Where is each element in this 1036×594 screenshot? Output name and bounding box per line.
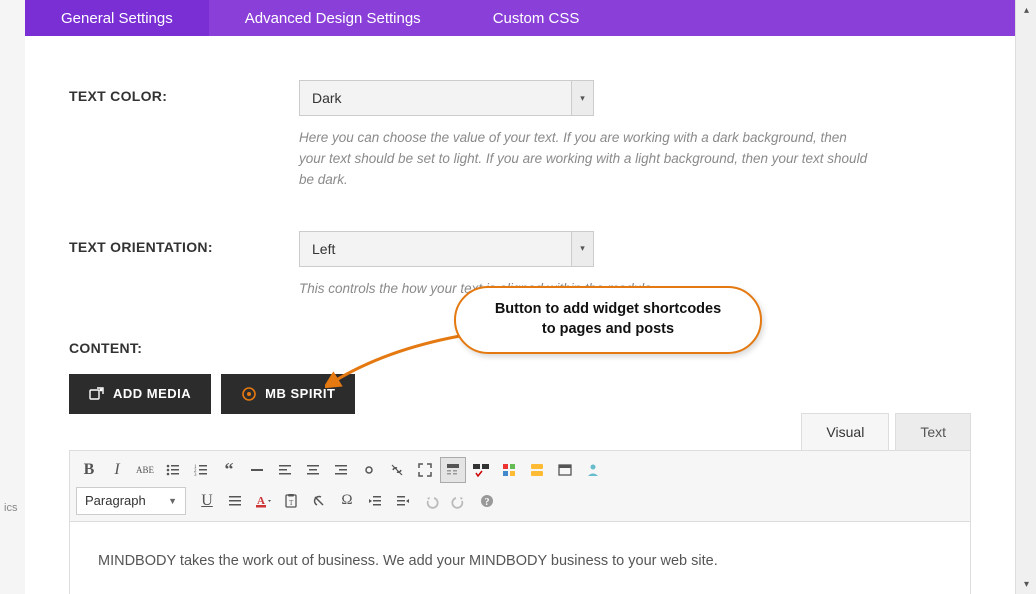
annotation-callout: Button to add widget shortcodes to pages… — [454, 286, 762, 354]
strikethrough-icon[interactable]: ABE — [132, 457, 158, 483]
tab-custom-css[interactable]: Custom CSS — [457, 0, 616, 36]
unlink-icon[interactable] — [384, 457, 410, 483]
paste-text-icon[interactable]: T — [278, 488, 304, 514]
tab-advanced[interactable]: Advanced Design Settings — [209, 0, 457, 36]
clear-format-icon[interactable] — [306, 488, 332, 514]
text-color-label: TEXT COLOR: — [69, 80, 299, 191]
underline-icon[interactable]: U — [194, 488, 220, 514]
tab-general[interactable]: General Settings — [25, 0, 209, 36]
chevron-down-icon[interactable]: ▾ — [571, 81, 593, 115]
link-icon[interactable] — [356, 457, 382, 483]
text-orientation-label: TEXT ORIENTATION: — [69, 231, 299, 300]
align-right-icon[interactable] — [328, 457, 354, 483]
italic-icon[interactable]: I — [104, 457, 130, 483]
editor-toolbar: B I ABE 123 “ — [69, 450, 971, 522]
text-orientation-select[interactable]: Left ▾ — [299, 231, 594, 267]
add-media-button[interactable]: ADD MEDIA — [69, 374, 211, 414]
bullet-list-icon[interactable] — [160, 457, 186, 483]
undo-icon[interactable] — [418, 488, 444, 514]
mb-spirit-button[interactable]: MB SPIRIT — [221, 374, 355, 414]
sliver-text: ics — [4, 502, 17, 514]
shortcode-icon-2[interactable] — [496, 457, 522, 483]
format-select-value: Paragraph — [85, 493, 146, 508]
hr-icon[interactable] — [244, 457, 270, 483]
svg-text:T: T — [289, 499, 294, 507]
editor: Visual Text B I ABE 123 “ — [69, 413, 971, 594]
add-media-label: ADD MEDIA — [113, 386, 191, 401]
editor-body[interactable]: MINDBODY takes the work out of business.… — [69, 522, 971, 594]
blockquote-icon[interactable]: “ — [216, 457, 242, 483]
scroll-down-icon[interactable]: ▾ — [1016, 574, 1036, 594]
text-color-select[interactable]: Dark ▾ — [299, 80, 594, 116]
callout-line2: to pages and posts — [542, 321, 674, 337]
shortcode-icon-1[interactable] — [468, 457, 494, 483]
bold-icon[interactable]: B — [76, 457, 102, 483]
outdent-icon[interactable] — [362, 488, 388, 514]
fullscreen-icon[interactable] — [412, 457, 438, 483]
format-select[interactable]: Paragraph ▼ — [76, 487, 186, 515]
text-color-icon[interactable]: A — [250, 488, 276, 514]
number-list-icon[interactable]: 123 — [188, 457, 214, 483]
editor-paragraph-1: MINDBODY takes the work out of business.… — [98, 550, 942, 572]
text-color-help: Here you can choose the value of your te… — [299, 128, 869, 191]
media-icon — [89, 386, 105, 402]
shortcode-icon-5[interactable] — [580, 457, 606, 483]
chevron-down-icon[interactable]: ▾ — [571, 232, 593, 266]
toolbar-toggle-icon[interactable] — [440, 457, 466, 483]
special-char-icon[interactable]: Ω — [334, 488, 360, 514]
editor-tab-visual[interactable]: Visual — [801, 413, 889, 450]
mb-spirit-icon — [241, 386, 257, 402]
callout-line1: Button to add widget shortcodes — [495, 301, 721, 317]
align-center-icon[interactable] — [300, 457, 326, 483]
help-icon[interactable]: ? — [474, 488, 500, 514]
background-sliver: ics — [0, 0, 25, 594]
svg-text:?: ? — [485, 497, 490, 508]
align-left-icon[interactable] — [272, 457, 298, 483]
redo-icon[interactable] — [446, 488, 472, 514]
indent-icon[interactable] — [390, 488, 416, 514]
shortcode-icon-4[interactable] — [552, 457, 578, 483]
text-color-value: Dark — [300, 90, 571, 106]
settings-tabs: General Settings Advanced Design Setting… — [25, 0, 1015, 36]
svg-text:3: 3 — [194, 473, 197, 478]
text-color-row: TEXT COLOR: Dark ▾ Here you can choose t… — [69, 80, 971, 191]
scroll-up-icon[interactable]: ▴ — [1016, 0, 1036, 20]
justify-icon[interactable] — [222, 488, 248, 514]
vertical-scrollbar[interactable]: ▴ ▾ — [1015, 0, 1036, 594]
caret-down-icon: ▼ — [168, 496, 177, 506]
editor-tab-text[interactable]: Text — [895, 413, 971, 450]
text-orientation-value: Left — [300, 241, 571, 257]
shortcode-icon-3[interactable] — [524, 457, 550, 483]
mb-spirit-label: MB SPIRIT — [265, 386, 335, 401]
